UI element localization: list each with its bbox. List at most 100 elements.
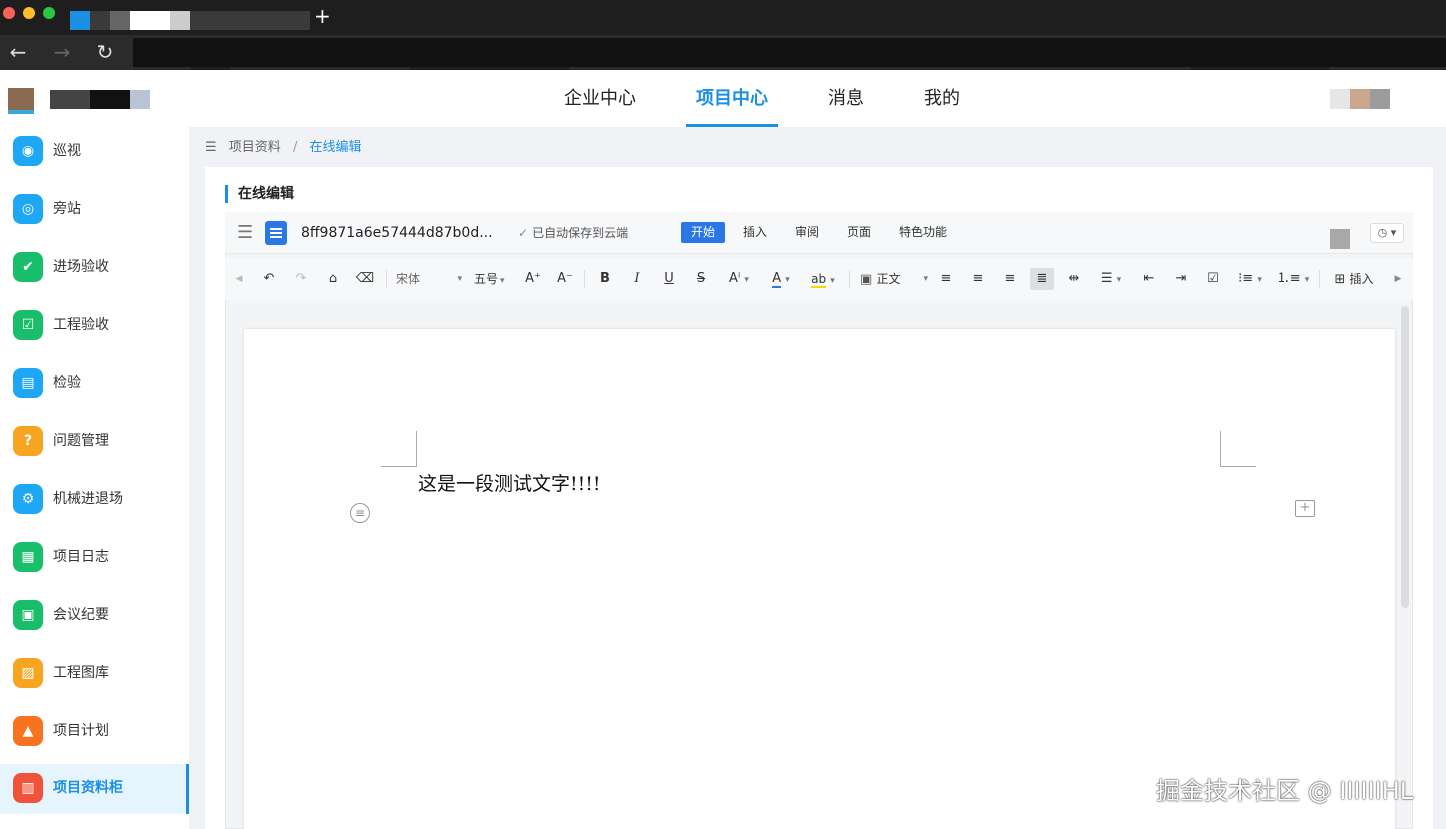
- menu-fold-icon[interactable]: ☰: [205, 140, 217, 155]
- checklist-icon[interactable]: ☑: [1202, 268, 1224, 290]
- increase-font-icon[interactable]: A⁺: [523, 268, 543, 290]
- document-page[interactable]: [244, 329, 1395, 829]
- sidebar-item-label: 会议纪要: [53, 607, 109, 623]
- tab-special-features[interactable]: 特色功能: [889, 222, 957, 243]
- eye-icon: ◉: [13, 136, 43, 166]
- tab-review[interactable]: 审阅: [785, 222, 829, 243]
- insert-button[interactable]: ⊞ 插入: [1330, 268, 1378, 290]
- paragraph-style-select[interactable]: ▣ 正文 ▾: [860, 268, 928, 290]
- font-color-icon[interactable]: A ▾: [765, 268, 797, 290]
- check-square-icon: ☑: [13, 310, 43, 340]
- user-avatar-redacted[interactable]: [1330, 89, 1350, 109]
- panel-title: 在线编辑: [225, 185, 294, 203]
- paragraph-handle-icon[interactable]: ≡: [350, 503, 370, 523]
- fingerprint-icon: ◎: [13, 194, 43, 224]
- collaborator-avatar-redacted[interactable]: [1330, 229, 1350, 249]
- browser-tab-title-redacted: [130, 11, 170, 30]
- sidebar-item-project-log[interactable]: ▦ 项目日志: [0, 533, 189, 583]
- add-comment-icon[interactable]: +: [1295, 500, 1315, 517]
- calendar-icon: ▦: [13, 542, 43, 572]
- scroll-left-icon[interactable]: ◀: [234, 268, 244, 290]
- presentation-icon: ▣: [13, 600, 43, 630]
- align-left-icon[interactable]: ≡: [935, 268, 957, 290]
- browser-tab-favicon[interactable]: [70, 11, 90, 30]
- underline-icon[interactable]: U: [659, 268, 679, 290]
- font-family-select[interactable]: 宋体 ▾: [396, 268, 462, 290]
- font-size-select[interactable]: 五号 ▾: [474, 268, 512, 290]
- bold-icon[interactable]: B: [595, 268, 615, 290]
- decrease-indent-icon[interactable]: ⇤: [1138, 268, 1160, 290]
- sidebar-item-inspection[interactable]: ▤ 检验: [0, 359, 189, 409]
- align-justify-icon[interactable]: ≣: [1030, 268, 1054, 290]
- sidebar-item-label: 机械进退场: [53, 491, 123, 507]
- nav-enterprise-center[interactable]: 企业中心: [555, 70, 645, 127]
- sidebar-item-label: 旁站: [53, 201, 81, 217]
- reload-button[interactable]: ↻: [93, 40, 117, 64]
- document-name[interactable]: 8ff9871a6e57444d87b0d...: [301, 223, 493, 243]
- sidebar-item-entry-acceptance[interactable]: ✔ 进场验收: [0, 243, 189, 293]
- bullet-list-icon[interactable]: ⁝≡ ▾: [1234, 268, 1266, 290]
- check-circle-icon: ✓: [518, 226, 529, 240]
- breadcrumb-parent[interactable]: 项目资料: [229, 140, 281, 155]
- format-painter-icon[interactable]: ⌂: [323, 268, 343, 290]
- chevron-down-icon: ▾: [923, 274, 928, 284]
- user-avatar-redacted[interactable]: [1350, 89, 1370, 109]
- window-maximize-button[interactable]: [43, 7, 55, 19]
- sidebar: ◉ 巡视 ◎ 旁站 ✔ 进场验收 ☑ 工程验收 ▤ 检验 ? 问题管理 ⚙ 机械…: [0, 127, 189, 829]
- app-logo[interactable]: [8, 88, 34, 114]
- back-button[interactable]: ←: [6, 40, 30, 64]
- redo-icon[interactable]: ↷: [291, 268, 311, 290]
- strikethrough-icon[interactable]: S: [691, 268, 711, 290]
- new-tab-button[interactable]: +: [314, 4, 331, 28]
- user-avatar-redacted[interactable]: [1370, 89, 1390, 109]
- distributed-align-icon[interactable]: ⇹: [1063, 268, 1085, 290]
- sidebar-item-machinery[interactable]: ⚙ 机械进退场: [0, 475, 189, 525]
- toolbar-divider: [584, 270, 585, 288]
- save-status-text: 已自动保存到云端: [532, 226, 629, 240]
- document-text[interactable]: 这是一段测试文字!!!!: [418, 470, 601, 498]
- question-badge-icon: ?: [13, 426, 43, 456]
- scroll-right-icon[interactable]: ▶: [1393, 268, 1403, 290]
- nav-project-center[interactable]: 项目中心: [686, 70, 778, 127]
- browser-tab-title-redacted: [170, 11, 190, 30]
- increase-indent-icon[interactable]: ⇥: [1170, 268, 1192, 290]
- sidebar-item-issue-management[interactable]: ? 问题管理: [0, 417, 189, 467]
- sidebar-item-gallery[interactable]: ▨ 工程图库: [0, 649, 189, 699]
- undo-icon[interactable]: ↶: [259, 268, 279, 290]
- highlight-icon[interactable]: ab ▾: [807, 268, 839, 290]
- tab-insert[interactable]: 插入: [733, 222, 777, 243]
- nav-messages[interactable]: 消息: [818, 70, 874, 127]
- sidebar-item-meeting-minutes[interactable]: ▣ 会议纪要: [0, 591, 189, 641]
- eraser-icon[interactable]: ⌫: [355, 268, 375, 290]
- editor-scrollbar[interactable]: [1401, 306, 1409, 608]
- forward-button[interactable]: →: [50, 40, 74, 64]
- numbered-list-icon[interactable]: ⒈≡ ▾: [1276, 268, 1310, 290]
- sidebar-item-inspection-tour[interactable]: ◉ 巡视: [0, 127, 189, 177]
- italic-icon[interactable]: I: [627, 268, 647, 290]
- sidebar-item-project-plan[interactable]: ▲ 项目计划: [0, 707, 189, 757]
- app-name-redacted: [130, 90, 150, 109]
- window-minimize-button[interactable]: [23, 7, 35, 19]
- clock-icon: ◷: [1377, 226, 1388, 239]
- align-center-icon[interactable]: ≡: [967, 268, 989, 290]
- sidebar-item-label: 进场验收: [53, 259, 109, 275]
- window-close-button[interactable]: [3, 7, 15, 19]
- address-bar[interactable]: [133, 38, 1446, 67]
- toolbar-divider: [849, 270, 850, 288]
- tab-page[interactable]: 页面: [837, 222, 881, 243]
- nav-mine[interactable]: 我的: [914, 70, 970, 127]
- sidebar-item-document-cabinet[interactable]: ▥ 项目资料柜: [0, 764, 189, 814]
- superscript-icon[interactable]: Aⁱ ▾: [723, 268, 755, 290]
- history-dropdown[interactable]: ◷ ▾: [1370, 223, 1404, 243]
- menu-icon[interactable]: ☰: [237, 223, 253, 243]
- sidebar-item-project-acceptance[interactable]: ☑ 工程验收: [0, 301, 189, 351]
- tab-start[interactable]: 开始: [681, 222, 726, 243]
- sidebar-item-label: 项目计划: [53, 723, 109, 739]
- sidebar-item-label: 问题管理: [53, 433, 109, 449]
- sidebar-item-label: 巡视: [53, 143, 81, 159]
- margin-marker-right: [1220, 431, 1256, 467]
- align-right-icon[interactable]: ≡: [999, 268, 1021, 290]
- sidebar-item-side-station[interactable]: ◎ 旁站: [0, 185, 189, 235]
- decrease-font-icon[interactable]: A⁻: [555, 268, 575, 290]
- line-spacing-icon[interactable]: ☰ ▾: [1095, 268, 1127, 290]
